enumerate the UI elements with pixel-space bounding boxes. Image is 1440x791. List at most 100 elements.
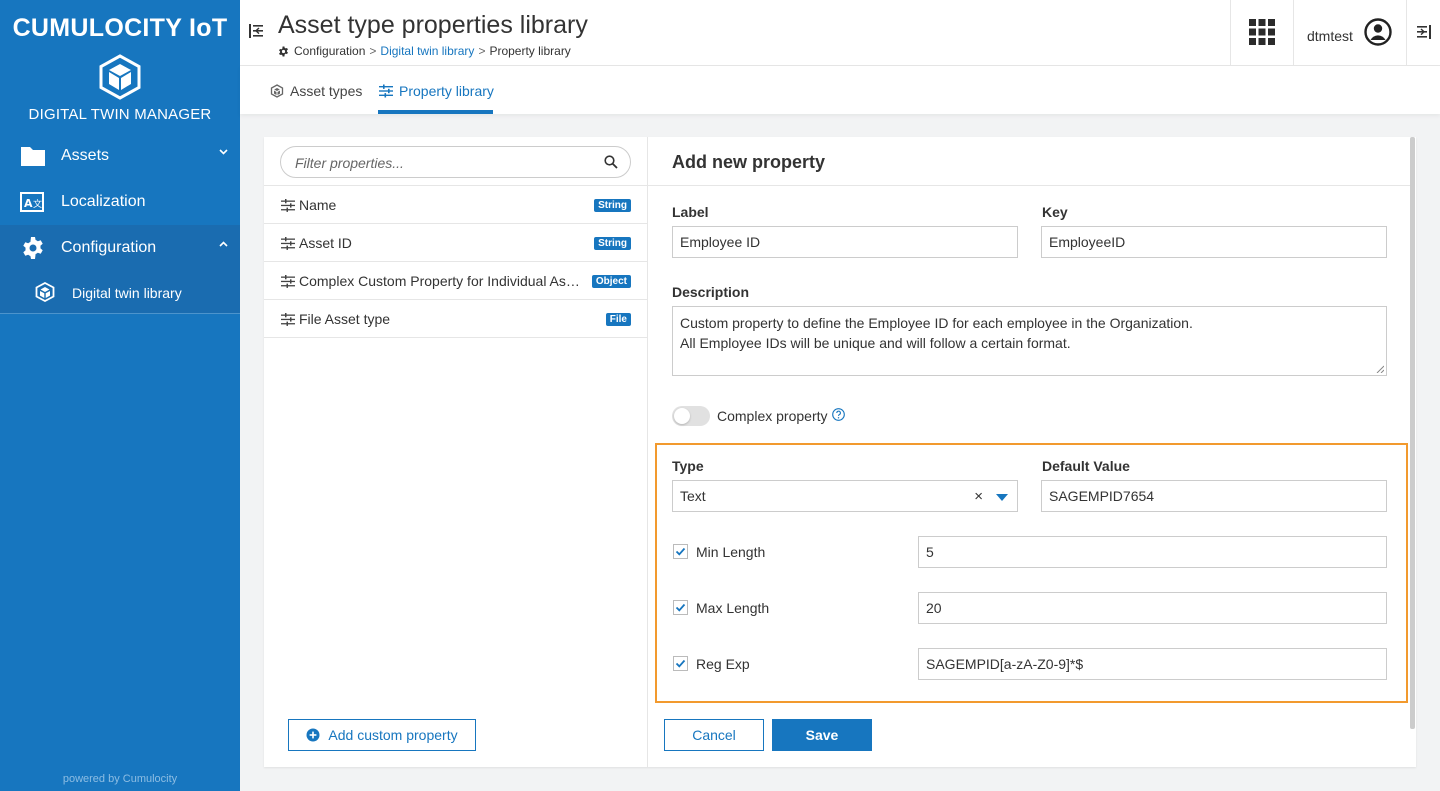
key-field-label: Key xyxy=(1042,204,1068,220)
user-avatar-icon[interactable] xyxy=(1364,18,1392,46)
sliders-icon xyxy=(281,237,295,250)
app-name: DIGITAL TWIN MANAGER xyxy=(28,106,212,123)
reg-exp-input[interactable]: SAGEMPID[a-zA-Z0-9]*$ xyxy=(918,648,1387,680)
header-divider xyxy=(1406,0,1407,66)
sidebar-item-assets[interactable]: Assets xyxy=(0,133,240,179)
type-badge: File xyxy=(605,313,631,326)
tab-property-library[interactable]: Property library xyxy=(379,83,494,99)
tab-label: Asset types xyxy=(290,83,363,99)
key-input[interactable]: EmployeeID xyxy=(1041,226,1387,258)
description-field-label: Description xyxy=(672,284,750,300)
user-name[interactable]: dtmtest xyxy=(1307,28,1353,44)
tab-bar: Asset types Property library xyxy=(240,66,1440,114)
max-length-checkbox[interactable] xyxy=(673,600,688,615)
property-name: Complex Custom Property for Individual A… xyxy=(299,273,581,289)
filter-properties-input[interactable] xyxy=(295,153,595,173)
reg-exp-checkbox[interactable] xyxy=(673,656,688,671)
default-value-input[interactable]: SAGEMPID7654 xyxy=(1041,480,1387,512)
scrollbar[interactable] xyxy=(1410,137,1415,729)
sliders-icon xyxy=(281,199,295,212)
property-list: Name String Asset ID String Complex Cust… xyxy=(264,185,647,338)
breadcrumb-item-current: Property library xyxy=(489,44,571,58)
complex-property-label: Complex property xyxy=(717,408,828,424)
search-icon[interactable] xyxy=(604,155,618,169)
label-field-label: Label xyxy=(672,204,709,220)
sidebar-item-label: Configuration xyxy=(61,239,157,256)
sidebar-item-localization[interactable]: A 文 Localization xyxy=(0,179,240,225)
min-length-input[interactable]: 5 xyxy=(918,536,1387,568)
app-logo-icon xyxy=(99,54,141,100)
property-list-panel: Name String Asset ID String Complex Cust… xyxy=(264,137,648,767)
resize-handle-icon[interactable] xyxy=(1376,365,1384,373)
property-name: File Asset type xyxy=(299,311,391,327)
property-name: Asset ID xyxy=(299,235,352,251)
label-input[interactable]: Employee ID xyxy=(672,226,1018,258)
type-field-label: Type xyxy=(672,458,704,474)
min-length-label: Min Length xyxy=(696,544,766,560)
sidebar: CUMULOCITY IoT DIGITAL TWIN MANAGER Asse… xyxy=(0,0,240,791)
caret-down-icon[interactable] xyxy=(996,494,1008,501)
header-divider xyxy=(1293,0,1294,66)
description-line: All Employee IDs will be unique and will… xyxy=(680,335,1071,351)
active-tab-indicator xyxy=(378,110,493,114)
brand-title: CUMULOCITY IoT xyxy=(12,14,228,42)
reg-exp-label: Reg Exp xyxy=(696,656,750,672)
property-name: Name xyxy=(299,197,337,213)
list-item[interactable]: Asset ID String xyxy=(264,224,647,262)
tab-asset-types[interactable]: Asset types xyxy=(270,83,362,99)
list-item[interactable]: File Asset type File xyxy=(264,300,647,338)
min-length-checkbox[interactable] xyxy=(673,544,688,559)
sliders-icon xyxy=(281,313,295,326)
default-value-field-label: Default Value xyxy=(1042,458,1130,474)
breadcrumb-item[interactable]: Digital twin library xyxy=(380,44,474,58)
collapse-sidebar-icon[interactable] xyxy=(248,22,264,40)
breadcrumb-separator: > xyxy=(369,44,377,58)
type-badge: Object xyxy=(591,275,631,288)
sliders-icon xyxy=(281,275,295,288)
sidebar-item-label: Assets xyxy=(61,147,110,164)
complex-property-toggle[interactable] xyxy=(672,406,710,426)
cube-outline-icon xyxy=(270,84,284,98)
breadcrumb-item[interactable]: Configuration xyxy=(294,44,365,58)
gear-icon xyxy=(279,45,288,57)
property-card: Name String Asset ID String Complex Cust… xyxy=(264,137,1416,767)
description-line: Custom property to define the Employee I… xyxy=(680,315,1193,331)
svg-text:A: A xyxy=(24,197,33,210)
list-item[interactable]: Complex Custom Property for Individual A… xyxy=(264,262,647,300)
plus-circle-icon xyxy=(306,728,320,742)
gear-icon xyxy=(23,237,43,259)
translate-icon: A 文 xyxy=(20,192,44,212)
add-custom-property-label: Add custom property xyxy=(328,727,458,743)
add-custom-property-button[interactable]: Add custom property xyxy=(288,719,476,751)
toggle-knob xyxy=(674,408,690,424)
collapse-right-drawer-icon[interactable] xyxy=(1416,24,1432,40)
svg-text:文: 文 xyxy=(33,198,42,210)
description-textarea[interactable]: Custom property to define the Employee I… xyxy=(672,306,1387,376)
sidebar-item-label: Digital twin library xyxy=(72,285,182,301)
filter-box xyxy=(280,146,631,178)
chevron-down-icon xyxy=(219,149,228,155)
check-icon xyxy=(675,547,686,556)
page-title: Asset type properties library xyxy=(278,11,588,39)
app-switcher-icon[interactable] xyxy=(1249,19,1275,45)
form-title: Add new property xyxy=(672,152,826,172)
cancel-button[interactable]: Cancel xyxy=(664,719,764,751)
clear-icon[interactable]: × xyxy=(974,488,983,505)
breadcrumb: Configuration > Digital twin library > P… xyxy=(278,44,571,58)
check-icon xyxy=(675,659,686,668)
check-icon xyxy=(675,603,686,612)
breadcrumb-separator: > xyxy=(478,44,486,58)
save-button[interactable]: Save xyxy=(772,719,872,751)
type-badge: String xyxy=(594,237,631,250)
max-length-input[interactable]: 20 xyxy=(918,592,1387,624)
type-select[interactable]: Text × xyxy=(672,480,1018,512)
list-item[interactable]: Name String xyxy=(264,186,647,224)
top-header: Asset type properties library Configurat… xyxy=(240,0,1440,66)
divider xyxy=(648,185,1410,186)
header-divider xyxy=(1230,0,1231,66)
sidebar-item-configuration[interactable]: Configuration xyxy=(0,225,240,271)
sliders-icon xyxy=(379,84,393,98)
folder-icon xyxy=(21,147,45,166)
help-icon[interactable] xyxy=(832,408,845,421)
sidebar-item-digital-twin-library[interactable]: Digital twin library xyxy=(0,270,240,314)
